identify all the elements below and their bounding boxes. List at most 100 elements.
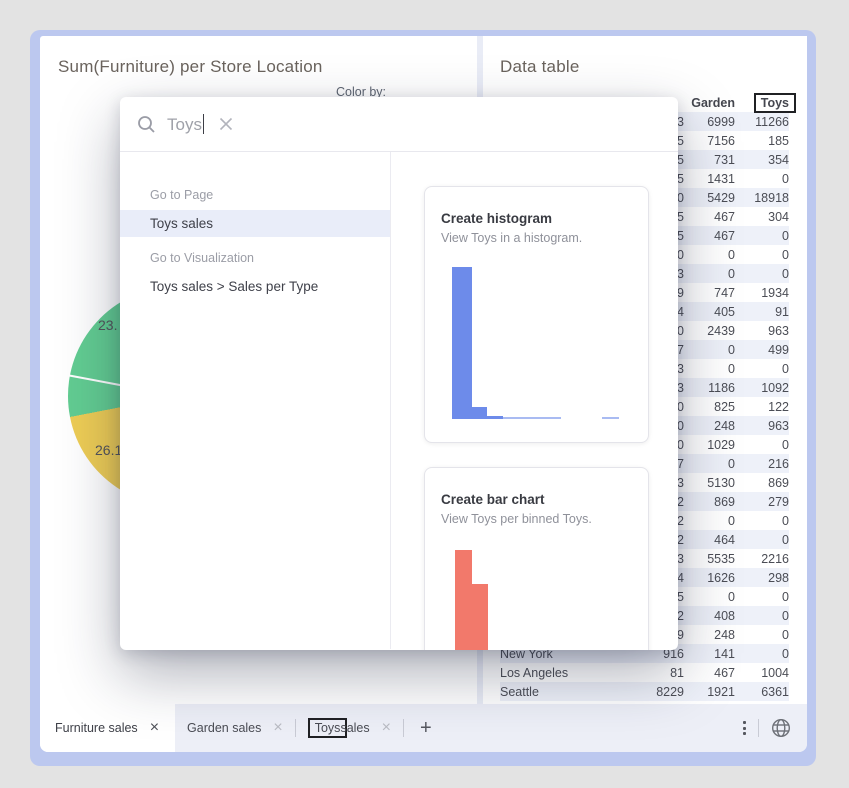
table-cell: 467 — [684, 666, 735, 680]
table-cell: 216 — [735, 457, 789, 471]
table-cell: 5535 — [684, 552, 735, 566]
table-cell: 1934 — [735, 286, 789, 300]
table-cell: 747 — [684, 286, 735, 300]
close-icon[interactable]: × — [150, 720, 159, 736]
table-cell: 0 — [684, 590, 735, 604]
search-overlay: Toys Go to Page Toys sales Go to Visuali… — [120, 97, 678, 650]
tab-furniture-sales[interactable]: Furniture sales × — [40, 704, 175, 752]
result-item-toys-sales-per-type[interactable]: Toys sales > Sales per Type — [120, 273, 390, 300]
result-item-toys-sales[interactable]: Toys sales — [120, 210, 390, 237]
column-header-garden[interactable]: Garden — [684, 96, 735, 110]
table-cell: 141 — [684, 647, 735, 661]
table-cell: 0 — [684, 343, 735, 357]
close-icon[interactable]: × — [382, 720, 391, 736]
table-cell: 91 — [735, 305, 789, 319]
table-cell: 6999 — [684, 115, 735, 129]
clear-search-icon[interactable] — [218, 116, 234, 132]
table-cell: 408 — [684, 609, 735, 623]
table-cell: 0 — [735, 609, 789, 623]
table-cell: 8229 — [650, 685, 684, 699]
table-cell: 0 — [735, 647, 789, 661]
results-section-header: Go to Visualization — [120, 251, 390, 273]
table-cell: 304 — [735, 210, 789, 224]
table-cell: 2439 — [684, 324, 735, 338]
search-input[interactable]: Toys — [167, 114, 204, 135]
table-cell: Los Angeles — [500, 666, 650, 680]
table-cell: 7156 — [684, 134, 735, 148]
tab-garden-sales[interactable]: Garden sales × — [175, 704, 295, 752]
bar-chart-preview — [425, 550, 648, 650]
table-cell: 248 — [684, 419, 735, 433]
table-cell: 11266 — [735, 115, 789, 129]
table-cell: 5429 — [684, 191, 735, 205]
card-subtitle: View Toys per binned Toys. — [441, 512, 632, 526]
table-cell: 279 — [735, 495, 789, 509]
table-cell: 0 — [684, 362, 735, 376]
table-cell: 467 — [684, 229, 735, 243]
create-histogram-card[interactable]: Create histogram View Toys in a histogra… — [424, 186, 649, 443]
bar-bar — [472, 584, 488, 650]
search-preview-column: Create histogram View Toys in a histogra… — [391, 152, 678, 649]
table-cell: 354 — [735, 153, 789, 167]
table-cell: 0 — [684, 514, 735, 528]
search-icon — [137, 115, 156, 134]
histogram-bar — [487, 416, 503, 419]
app-frame: Sum(Furniture) per Store Location Color … — [30, 30, 816, 766]
histogram-bar — [452, 267, 472, 419]
table-row: Los Angeles814671004 — [500, 663, 789, 682]
pie-panel-title: Sum(Furniture) per Store Location — [40, 36, 477, 77]
table-cell: 869 — [684, 495, 735, 509]
pie-slice-label: 26.1 — [95, 442, 122, 458]
table-cell: 1431 — [684, 172, 735, 186]
search-query-text: Toys — [167, 115, 202, 134]
search-results-area: Go to Page Toys sales Go to Visualizatio… — [120, 152, 678, 649]
table-cell: 185 — [735, 134, 789, 148]
card-title: Create bar chart — [441, 492, 632, 507]
table-cell: 18918 — [735, 191, 789, 205]
close-icon[interactable]: × — [273, 720, 282, 736]
table-cell: 298 — [735, 571, 789, 585]
table-cell: 0 — [735, 533, 789, 547]
table-cell: 0 — [684, 267, 735, 281]
bar-bar — [455, 550, 472, 650]
card-title: Create histogram — [441, 211, 632, 226]
table-cell: 0 — [735, 514, 789, 528]
kebab-menu-icon[interactable] — [731, 721, 758, 735]
add-page-button[interactable]: + — [404, 718, 448, 738]
table-cell: 122 — [735, 400, 789, 414]
histogram-bar — [602, 417, 619, 419]
table-cell: 0 — [735, 229, 789, 243]
table-cell: 6361 — [735, 685, 789, 699]
page-tab-bar: Furniture sales × Garden sales × Toyssal… — [40, 704, 807, 752]
search-results-list: Go to Page Toys sales Go to Visualizatio… — [120, 152, 391, 649]
tab-separator — [758, 719, 759, 737]
table-cell: 963 — [735, 324, 789, 338]
histogram-preview — [425, 259, 648, 419]
tab-toys-sales[interactable]: Toyssales × — [296, 704, 403, 752]
results-section-header: Go to Page — [120, 188, 390, 210]
dashboard-area: Sum(Furniture) per Store Location Color … — [40, 36, 807, 752]
globe-icon[interactable] — [771, 718, 791, 738]
table-cell: 1626 — [684, 571, 735, 585]
table-cell: 405 — [684, 305, 735, 319]
tab-label-rest: sales — [340, 721, 369, 735]
tab-label: Garden sales — [187, 721, 261, 735]
histogram-bar — [472, 407, 487, 419]
histogram-bar — [503, 417, 561, 419]
column-header-toys[interactable]: Toys — [735, 93, 789, 113]
table-cell: 0 — [684, 248, 735, 262]
table-cell: 5130 — [684, 476, 735, 490]
table-cell: 2216 — [735, 552, 789, 566]
tab-label: Furniture sales — [55, 721, 138, 735]
pie-slice-label: 23. — [98, 317, 117, 333]
table-cell: 869 — [735, 476, 789, 490]
table-row: Seattle822919216361 — [500, 682, 789, 701]
table-cell: 0 — [735, 362, 789, 376]
table-cell: 0 — [735, 590, 789, 604]
create-bar-chart-card[interactable]: Create bar chart View Toys per binned To… — [424, 467, 649, 650]
search-match-box: Toys — [754, 93, 796, 113]
table-cell: 1092 — [735, 381, 789, 395]
tab-bar-spacer — [448, 704, 731, 752]
tab-label: Toyssales — [308, 718, 370, 738]
table-cell: 1029 — [684, 438, 735, 452]
